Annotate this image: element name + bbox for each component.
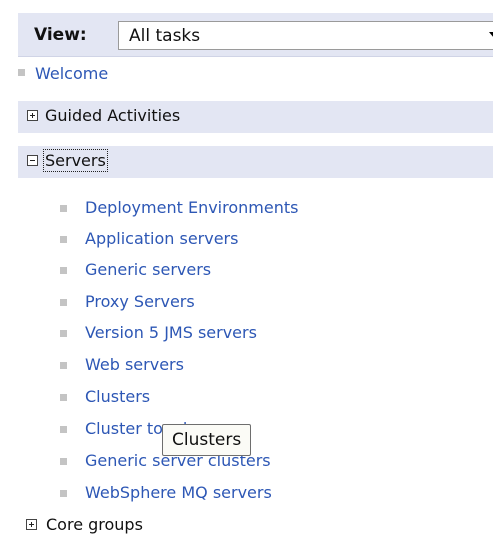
bullet-icon (60, 394, 67, 401)
web-servers-link[interactable]: Web servers (85, 355, 184, 374)
bullet-icon (60, 330, 67, 337)
view-filter-bar: View: All tasks (18, 13, 493, 57)
bullet-icon (60, 267, 67, 274)
tooltip-text: Clusters (172, 430, 242, 450)
guided-activities-header[interactable]: Guided Activities (18, 101, 493, 133)
tooltip: Clusters (162, 424, 252, 456)
expand-plus-icon[interactable] (27, 110, 38, 121)
deployment-environments-link[interactable]: Deployment Environments (85, 198, 298, 217)
bullet-icon (60, 426, 67, 433)
expand-plus-icon[interactable] (26, 519, 37, 530)
bullet-icon (60, 362, 67, 369)
view-select-value: All tasks (129, 26, 201, 46)
dropdown-arrow-icon[interactable] (489, 32, 493, 38)
bullet-icon (60, 299, 67, 306)
websphere-mq-servers-link[interactable]: WebSphere MQ servers (85, 483, 272, 502)
application-servers-link[interactable]: Application servers (85, 229, 238, 248)
collapse-minus-icon[interactable] (27, 155, 38, 166)
bullet-icon (60, 205, 67, 212)
servers-header[interactable]: Servers (18, 146, 493, 178)
guided-activities-title[interactable]: Guided Activities (45, 106, 180, 125)
proxy-servers-link[interactable]: Proxy Servers (85, 292, 195, 311)
bullet-icon (60, 490, 67, 497)
servers-title[interactable]: Servers (43, 149, 108, 172)
core-groups-label[interactable]: Core groups (46, 515, 143, 534)
clusters-link[interactable]: Clusters (85, 387, 150, 406)
bullet-icon (18, 69, 25, 76)
generic-servers-link[interactable]: Generic servers (85, 260, 211, 279)
bullet-icon (60, 458, 67, 465)
version5-jms-servers-link[interactable]: Version 5 JMS servers (85, 323, 257, 342)
view-select[interactable]: All tasks (118, 21, 493, 50)
view-label: View: (34, 25, 87, 45)
bullet-icon (60, 236, 67, 243)
welcome-link[interactable]: Welcome (35, 64, 108, 83)
